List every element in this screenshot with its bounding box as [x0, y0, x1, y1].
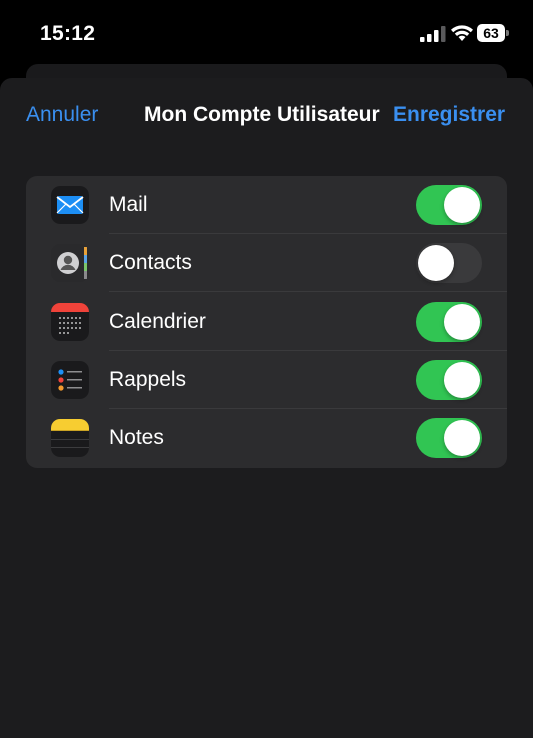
status-time: 15:12 [40, 22, 96, 45]
toggle-knob [418, 245, 454, 281]
cellular-signal-icon [420, 26, 446, 42]
item-label: Rappels [109, 368, 187, 391]
mail-toggle[interactable] [416, 185, 482, 225]
mail-app-icon [51, 186, 89, 224]
page-title: Mon Compte Utilisateur [144, 103, 380, 126]
reminders-app-icon [51, 361, 89, 399]
wifi-icon [451, 25, 473, 41]
calendar-app-icon [51, 303, 89, 341]
cancel-button[interactable]: Annuler [26, 103, 98, 127]
contacts-app-icon [51, 244, 89, 282]
toggle-knob [444, 187, 480, 223]
notes-toggle[interactable] [416, 418, 482, 458]
app-toggle-list: Mail Contacts Calendrier Rappels Notes [26, 176, 507, 468]
separator [109, 291, 507, 292]
toggle-knob [444, 304, 480, 340]
item-label: Contacts [109, 251, 192, 274]
list-item-notes: Notes [26, 409, 507, 467]
list-item-reminders: Rappels [26, 351, 507, 409]
notes-app-icon [51, 419, 89, 457]
calendar-toggle[interactable] [416, 302, 482, 342]
list-item-mail: Mail [26, 176, 507, 234]
battery-tip [506, 30, 509, 36]
battery-icon: 63 [477, 24, 510, 42]
status-bar: 15:12 63 [0, 0, 533, 64]
reminders-toggle[interactable] [416, 360, 482, 400]
list-item-contacts: Contacts [26, 234, 507, 292]
toggle-knob [444, 362, 480, 398]
toggle-knob [444, 420, 480, 456]
item-label: Mail [109, 193, 148, 216]
contacts-toggle[interactable] [416, 243, 482, 283]
item-label: Calendrier [109, 310, 206, 333]
item-label: Notes [109, 426, 164, 449]
battery-level: 63 [477, 24, 505, 42]
save-button[interactable]: Enregistrer [393, 103, 505, 127]
list-item-calendar: Calendrier [26, 293, 507, 351]
